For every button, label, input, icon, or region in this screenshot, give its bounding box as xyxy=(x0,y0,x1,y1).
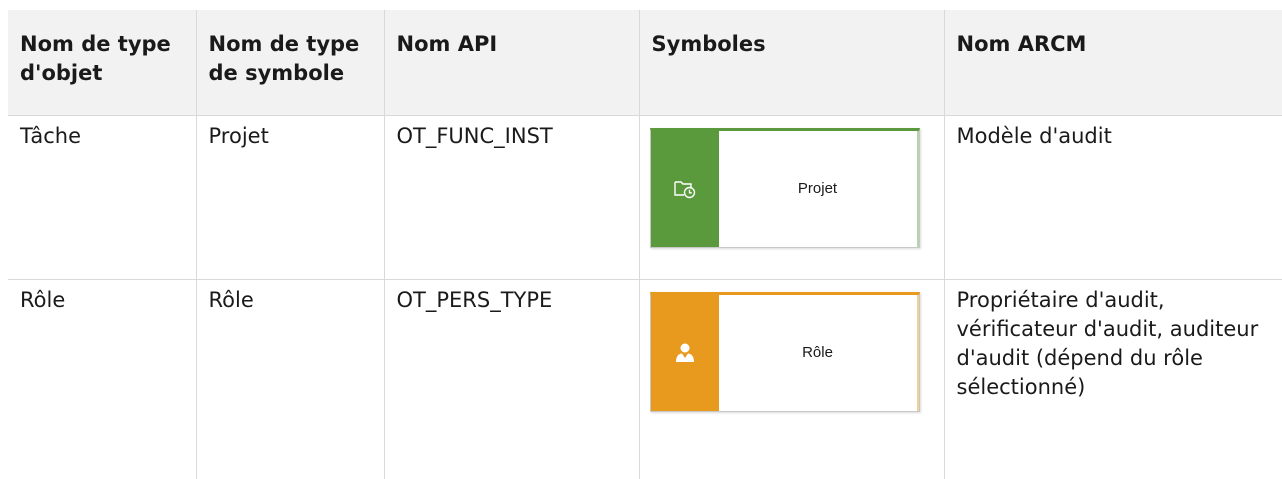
cell-symbol-type: Rôle xyxy=(195,279,384,479)
header-api-name: Nom API xyxy=(383,10,639,116)
folder-clock-icon xyxy=(673,180,695,198)
header-arcm-name: Nom ARCM xyxy=(943,10,1282,116)
cell-api-name: OT_FUNC_INST xyxy=(383,115,639,280)
symbol-band xyxy=(650,130,719,247)
header-symbols: Symboles xyxy=(638,10,944,116)
header-symbol-type-name: Nom de type de symbole xyxy=(195,10,384,116)
cell-symbol-type: Projet xyxy=(195,115,384,280)
symbol-projet: Projet xyxy=(649,127,920,248)
object-type-table-container: Nom de type d'objet Nom de type de symbo… xyxy=(8,10,1282,479)
table-row: Tâche Projet OT_FUNC_INST Projet Modèle … xyxy=(8,115,1282,280)
cell-symbol: Rôle xyxy=(638,279,944,479)
cell-arcm-name: Modèle d'audit xyxy=(943,115,1282,280)
symbol-band xyxy=(650,294,719,411)
symbol-role: Rôle xyxy=(649,291,920,412)
symbol-label: Projet xyxy=(719,130,919,247)
cell-api-name: OT_PERS_TYPE xyxy=(383,279,639,479)
cell-object-type: Rôle xyxy=(20,287,66,312)
cell-arcm-name: Propriétaire d'audit, vérificateur d'aud… xyxy=(943,279,1282,479)
cell-symbol: Projet xyxy=(638,115,944,280)
cell-object-type: Tâche xyxy=(8,115,196,280)
header-object-type-name: Nom de type d'objet xyxy=(8,10,196,116)
object-type-table: Nom de type d'objet Nom de type de symbo… xyxy=(8,10,1282,479)
person-role-icon xyxy=(675,343,694,362)
table-row: Rôle Rôle OT_PERS_TYPE Rôle Propriétaire… xyxy=(8,279,1282,479)
symbol-label: Rôle xyxy=(719,294,919,411)
table-header-row: Nom de type d'objet Nom de type de symbo… xyxy=(8,10,1282,116)
